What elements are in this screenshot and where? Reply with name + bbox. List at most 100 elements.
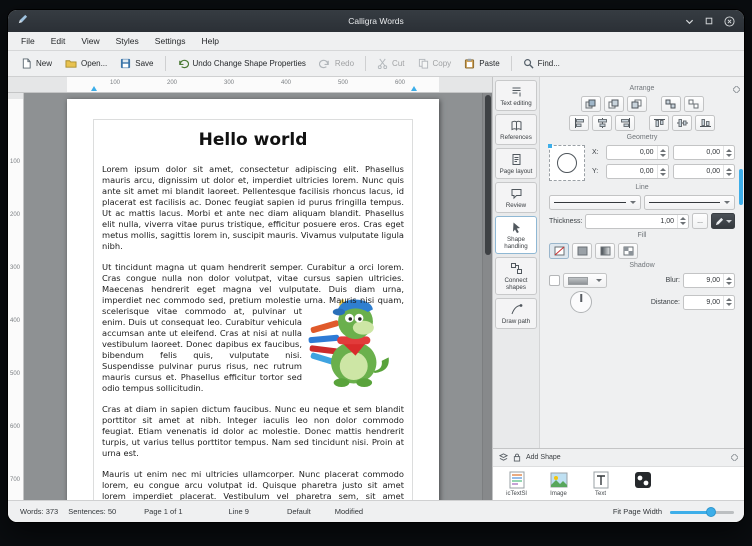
page-layout-icon [510, 153, 523, 166]
pattern-shape-icon [633, 470, 653, 490]
panel-scrollbar-thumb[interactable] [739, 169, 743, 205]
open-button[interactable]: Open... [59, 55, 113, 72]
pattern-fill-icon [623, 246, 634, 256]
shadow-angle-dial[interactable] [570, 291, 592, 313]
distance-label: Distance: [651, 299, 680, 306]
tool-tab-draw-path[interactable]: Draw path [495, 298, 537, 329]
y-label: Y: [592, 168, 602, 175]
ungroup-shapes-button[interactable] [684, 96, 704, 112]
maximize-button[interactable] [705, 17, 713, 25]
copy-button[interactable]: Copy [412, 55, 458, 72]
review-icon [510, 187, 523, 200]
image-shape-icon [549, 470, 569, 490]
scrollbar-thumb[interactable] [485, 95, 491, 255]
bring-to-front-button[interactable] [581, 96, 601, 112]
paragraph: Lorem ipsum dolor sit amet, consectetur … [102, 164, 404, 252]
indent-marker-right[interactable] [411, 86, 417, 91]
line-style-combo[interactable] [549, 195, 641, 210]
document-heading: Hello world [102, 130, 404, 150]
fill-pattern-button[interactable] [618, 243, 638, 259]
shape-item-image[interactable]: Image [540, 469, 577, 497]
align-left-button[interactable] [569, 115, 589, 131]
raise-shape-button[interactable] [604, 96, 624, 112]
tool-tab-review[interactable]: Review [495, 182, 537, 213]
tool-tab-shape-handling[interactable]: Shape handling [495, 216, 537, 254]
statusbar: Words: 373 Sentences: 50 Page 1 of 1 Lin… [8, 500, 744, 522]
x-position-spinbox[interactable]: 0,00 [606, 145, 669, 160]
close-button[interactable] [724, 16, 735, 27]
line-cap-combo[interactable] [644, 195, 736, 210]
style-indicator[interactable]: Default [287, 507, 311, 516]
text-shape-icon [591, 470, 611, 490]
undo-button[interactable]: Undo Change Shape Properties [171, 55, 312, 72]
width-spinbox[interactable]: 0,00 [673, 145, 736, 160]
app-window: Calligra Words File Edit View Styles Set… [8, 10, 744, 522]
shadow-section-title: Shadow [549, 262, 735, 269]
add-shape-title: Add Shape [526, 454, 561, 461]
shadow-color-combo[interactable] [563, 273, 607, 288]
menu-view[interactable]: View [73, 34, 107, 48]
line-more-button[interactable]: ... [692, 213, 708, 229]
menu-file[interactable]: File [13, 34, 43, 48]
menu-settings[interactable]: Settings [147, 34, 194, 48]
fill-gradient-button[interactable] [595, 243, 615, 259]
dock-float-icon[interactable] [733, 80, 740, 98]
thickness-spinbox[interactable]: 1,00 [585, 214, 689, 229]
new-button[interactable]: New [15, 55, 58, 72]
cut-button[interactable]: Cut [371, 55, 410, 72]
tool-tab-connect-shapes[interactable]: Connect shapes [495, 257, 537, 295]
shape-gallery: icTextSl Image Text [493, 466, 744, 500]
shape-properties-panel: Arrange [540, 77, 744, 448]
tool-options-dock: Text editing References Page layout Revi… [492, 77, 744, 500]
fill-none-button[interactable] [549, 243, 569, 259]
menu-styles[interactable]: Styles [108, 34, 147, 48]
vertical-ruler: 100 200 300 400 500 600 700 [8, 93, 24, 500]
line-indicator[interactable]: Line 9 [229, 507, 249, 516]
document-page[interactable]: Hello world Lorem ipsum dolor sit amet, … [67, 99, 439, 500]
height-spinbox[interactable]: 0,00 [673, 164, 736, 179]
blur-spinbox[interactable]: 9,00 [683, 273, 735, 288]
text-frame[interactable]: Hello world Lorem ipsum dolor sit amet, … [93, 119, 413, 500]
tool-tab-text-editing[interactable]: Text editing [495, 80, 537, 111]
lower-shape-button[interactable] [627, 96, 647, 112]
menu-help[interactable]: Help [194, 34, 227, 48]
align-bottom-button[interactable] [695, 115, 715, 131]
document-scrollbar[interactable] [482, 93, 492, 500]
document-canvas[interactable]: Hello world Lorem ipsum dolor sit amet, … [24, 93, 482, 500]
align-center-h-button[interactable] [592, 115, 612, 131]
tool-tabs: Text editing References Page layout Revi… [493, 77, 540, 448]
konqi-mascot-icon [302, 298, 402, 394]
indent-marker-left[interactable] [91, 86, 97, 91]
draw-path-icon [510, 303, 523, 316]
minimize-button[interactable] [685, 17, 694, 26]
tool-tab-page-layout[interactable]: Page layout [495, 148, 537, 179]
group-shapes-button[interactable] [661, 96, 681, 112]
paste-button[interactable]: Paste [458, 55, 505, 72]
tool-tab-references[interactable]: References [495, 114, 537, 145]
page-indicator[interactable]: Page 1 of 1 [144, 507, 182, 516]
save-button[interactable]: Save [114, 55, 159, 72]
pen-icon [715, 217, 724, 226]
distance-spinbox[interactable]: 9,00 [683, 295, 735, 310]
align-middle-v-button[interactable] [672, 115, 692, 131]
dock-float-icon[interactable] [731, 454, 738, 461]
zoom-slider-handle[interactable] [706, 507, 716, 517]
modified-indicator: Modified [335, 507, 363, 516]
zoom-slider[interactable] [670, 506, 734, 518]
find-button[interactable]: Find... [517, 55, 566, 72]
y-position-spinbox[interactable]: 0,00 [606, 164, 669, 179]
align-top-button[interactable] [649, 115, 669, 131]
line-color-button[interactable] [711, 213, 735, 229]
titlebar[interactable]: Calligra Words [8, 10, 744, 32]
align-right-button[interactable] [615, 115, 635, 131]
fill-solid-button[interactable] [572, 243, 592, 259]
shape-item-richtext[interactable]: icTextSl [498, 469, 535, 497]
thickness-label: Thickness: [549, 218, 582, 225]
menu-edit[interactable]: Edit [43, 34, 74, 48]
shape-item-text[interactable]: Text [582, 469, 619, 497]
horizontal-ruler: 100 200 300 400 500 600 [8, 77, 492, 93]
zoom-mode-button[interactable]: Fit Page Width [613, 507, 662, 516]
shadow-enable-checkbox[interactable] [549, 275, 560, 286]
redo-button[interactable]: Redo [313, 55, 360, 72]
shape-item-pattern[interactable] [624, 469, 661, 491]
